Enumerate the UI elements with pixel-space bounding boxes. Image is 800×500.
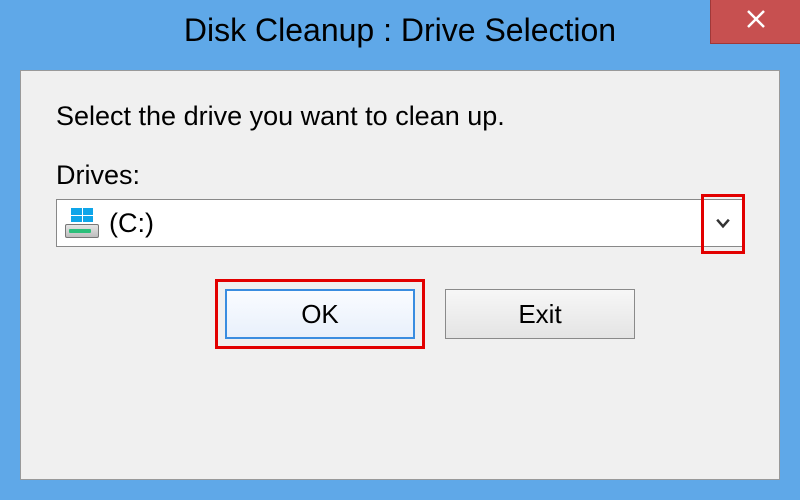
drive-icon bbox=[65, 208, 99, 238]
exit-button[interactable]: Exit bbox=[445, 289, 635, 339]
drives-label: Drives: bbox=[56, 160, 744, 191]
chevron-down-icon[interactable] bbox=[711, 211, 735, 235]
ok-button-wrap: OK bbox=[225, 289, 415, 339]
close-icon bbox=[745, 8, 767, 35]
close-button[interactable] bbox=[710, 0, 800, 44]
window-title: Disk Cleanup : Drive Selection bbox=[184, 12, 616, 49]
selected-drive-text: (C:) bbox=[109, 208, 154, 239]
button-row: OK Exit bbox=[56, 289, 744, 339]
titlebar: Disk Cleanup : Drive Selection bbox=[0, 0, 800, 60]
drives-dropdown[interactable]: (C:) bbox=[56, 199, 744, 247]
ok-button[interactable]: OK bbox=[225, 289, 415, 339]
dialog-window: Disk Cleanup : Drive Selection Select th… bbox=[0, 0, 800, 500]
dialog-body: Select the drive you want to clean up. D… bbox=[20, 70, 780, 480]
instruction-text: Select the drive you want to clean up. bbox=[56, 101, 744, 132]
